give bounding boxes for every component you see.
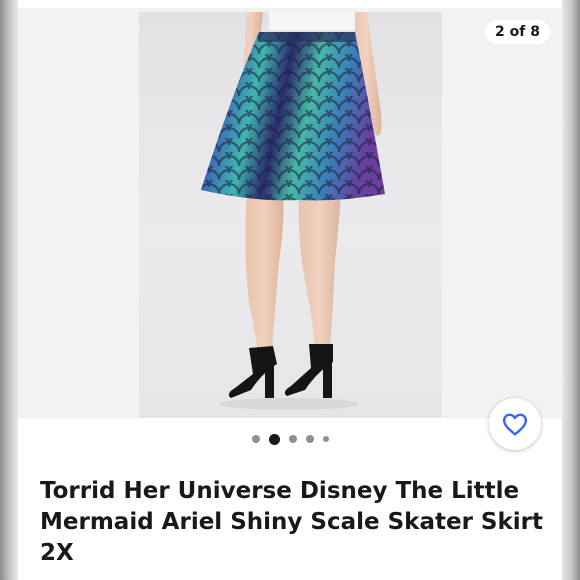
pagination-dot[interactable] <box>251 435 260 443</box>
image-counter-badge: 2 of 8 <box>485 20 550 44</box>
pagination-dot[interactable] <box>288 435 297 443</box>
image-gallery[interactable]: 2 of 8 <box>18 8 562 418</box>
product-photo[interactable] <box>139 12 442 418</box>
image-pagination-dots <box>18 431 562 447</box>
pagination-dot-active[interactable] <box>268 433 280 445</box>
top-strip <box>18 0 562 8</box>
listing-screen: 2 of 8 Torrid Her Universe Disney The Li… <box>18 0 562 580</box>
pagination-dot[interactable] <box>322 436 329 442</box>
pagination-dot[interactable] <box>305 435 314 443</box>
product-title: Torrid Her Universe Disney The Little Me… <box>40 478 544 566</box>
product-photo-illustration <box>201 12 385 410</box>
